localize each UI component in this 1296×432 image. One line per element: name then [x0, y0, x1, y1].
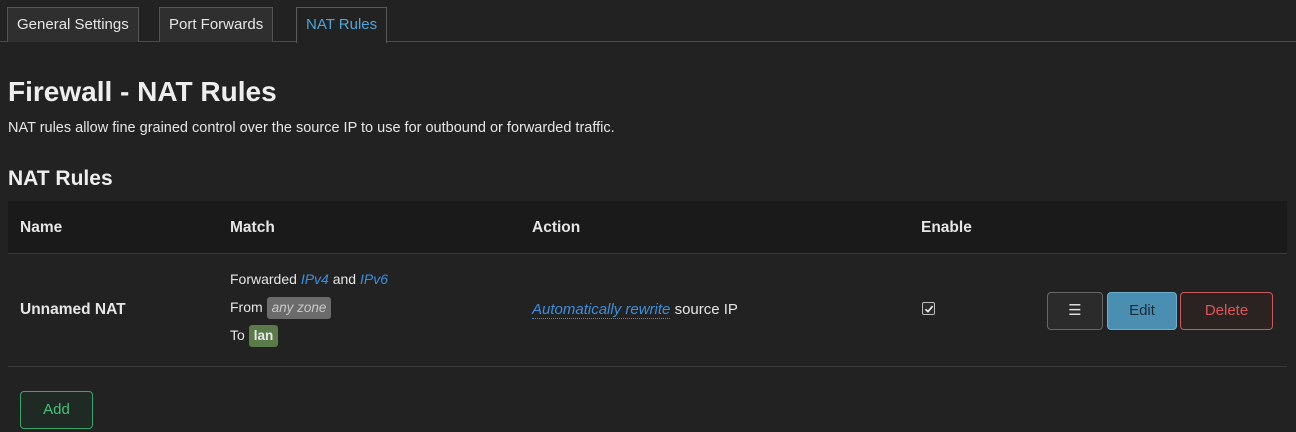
section-title: NAT Rules: [8, 167, 113, 190]
add-button[interactable]: Add: [20, 391, 93, 429]
ipv4-link[interactable]: IPv4: [301, 271, 329, 287]
match-family: Forwarded IPv4 and IPv6: [230, 271, 388, 287]
check-icon: [924, 305, 934, 313]
column-header-enable: Enable: [921, 219, 972, 236]
rule-name: Unnamed NAT: [20, 301, 126, 318]
tab-bar: General Settings Port Forwards NAT Rules: [0, 0, 1296, 43]
column-header-match: Match: [230, 219, 275, 236]
drag-menu-button[interactable]: ☰: [1047, 292, 1103, 330]
table-row: Unnamed NAT Forwarded IPv4 and IPv6 From…: [8, 254, 1287, 367]
column-header-action: Action: [532, 219, 581, 236]
delete-button[interactable]: Delete: [1180, 292, 1273, 330]
match-prefix: Forwarded: [230, 271, 297, 287]
match-and: and: [332, 271, 357, 287]
enable-checkbox[interactable]: [922, 302, 935, 315]
table-header: Name Match Action Enable: [8, 201, 1287, 254]
action-cell: Automatically rewrite source IP: [532, 301, 738, 319]
zone-badge-any: any zone: [266, 297, 332, 319]
tab-general-settings[interactable]: General Settings: [7, 7, 139, 42]
from-label: From: [230, 299, 263, 315]
tab-nat-rules[interactable]: NAT Rules: [296, 7, 388, 43]
edit-button[interactable]: Edit: [1107, 292, 1177, 330]
nat-rules-page: General Settings Port Forwards NAT Rules…: [0, 0, 1296, 432]
action-link[interactable]: Automatically rewrite: [532, 301, 671, 319]
to-label: To: [230, 327, 245, 343]
action-suffix: source IP: [674, 301, 738, 318]
ipv6-link[interactable]: IPv6: [360, 271, 388, 287]
page-title: Firewall - NAT Rules: [8, 76, 277, 107]
column-header-name: Name: [20, 219, 63, 236]
page-description: NAT rules allow fine grained control ove…: [8, 120, 615, 136]
match-to: To lan: [230, 325, 279, 347]
match-from: From any zone: [230, 297, 332, 319]
hamburger-icon: ☰: [1068, 302, 1082, 319]
zone-badge-lan: lan: [248, 325, 279, 347]
tab-port-forwards[interactable]: Port Forwards: [159, 7, 274, 42]
